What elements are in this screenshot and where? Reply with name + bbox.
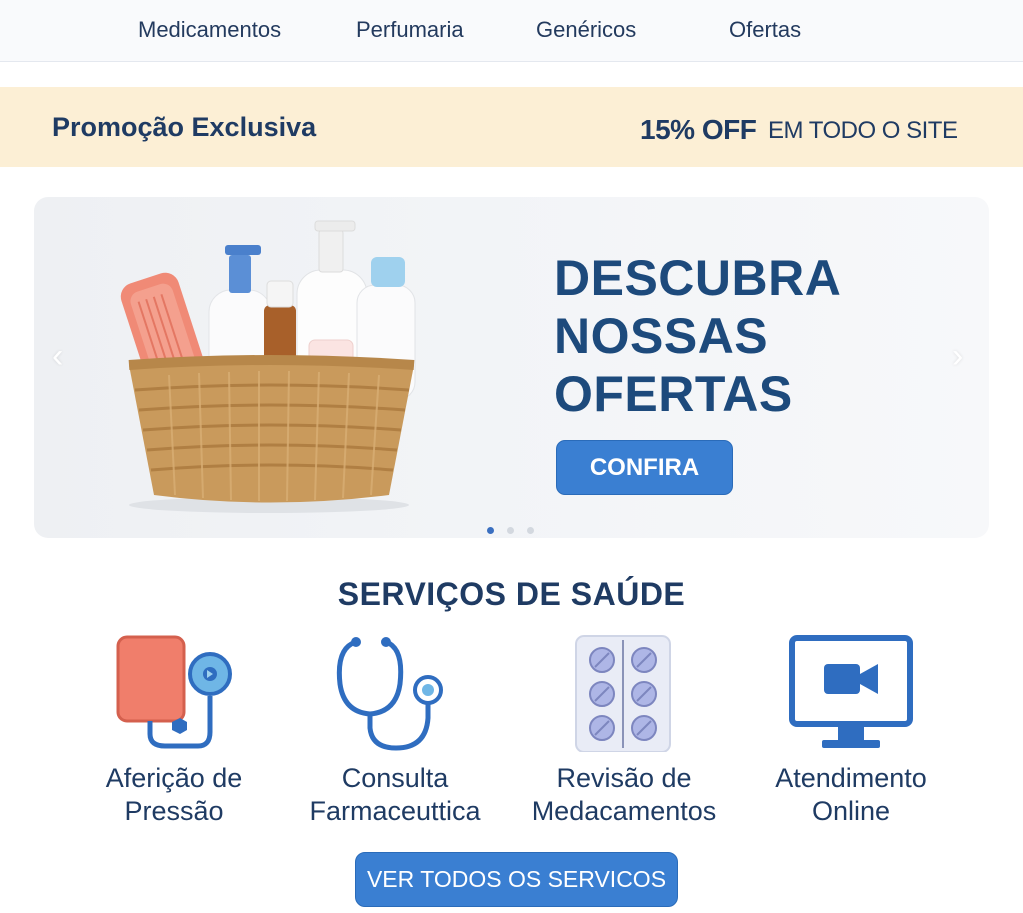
nav-item-ofertas[interactable]: Ofertas [729, 17, 801, 43]
nav-item-genericos[interactable]: Genéricos [536, 17, 636, 43]
top-navigation: Medicamentos Perfumaria Genéricos Oferta… [0, 0, 1023, 62]
nav-item-medicamentos[interactable]: Medicamentos [138, 17, 281, 43]
blood-pressure-monitor-icon[interactable] [110, 634, 240, 752]
hero-carousel: ‹ › DESCUBRA NOSSAS OFERTAS CONFIRA [34, 197, 989, 538]
basket-of-toiletries-image [120, 220, 416, 513]
service-label-afericao[interactable]: Aferição de Pressão [64, 762, 284, 828]
confira-button[interactable]: CONFIRA [556, 440, 733, 495]
promo-banner: Promoção Exclusiva 15% OFF EM TODO O SIT… [0, 87, 1023, 167]
hero-title: DESCUBRA NOSSAS OFERTAS [554, 249, 974, 423]
promo-title: Promoção Exclusiva [52, 112, 317, 142]
promo-scope: EM TODO O SITE [768, 117, 958, 144]
carousel-dot-2[interactable] [507, 527, 514, 534]
carousel-dot-3[interactable] [527, 527, 534, 534]
service-label-line: Aferição de [105, 763, 243, 793]
service-label-line: Farmaceuttica [309, 796, 481, 826]
service-label-atendimento[interactable]: Atendimento Online [741, 762, 961, 828]
service-label-line: Medacamentos [531, 796, 717, 826]
service-label-line: Pressão [124, 796, 224, 826]
carousel-prev-arrow-icon[interactable]: ‹ [52, 337, 63, 376]
promo-discount: 15% OFF [640, 114, 757, 145]
view-all-services-button[interactable]: VER TODOS OS SERVICOS [355, 852, 678, 907]
pill-blister-icon[interactable] [560, 634, 690, 752]
service-label-consulta[interactable]: Consulta Farmaceuttica [285, 762, 505, 828]
carousel-dot-1[interactable] [487, 527, 494, 534]
service-label-line: Atendimento [775, 763, 927, 793]
service-label-line: Revisão de [556, 763, 692, 793]
stethoscope-icon[interactable] [330, 634, 460, 752]
service-label-revisao[interactable]: Revisão de Medacamentos [514, 762, 734, 828]
service-label-line: Online [811, 796, 891, 826]
video-monitor-icon[interactable] [786, 634, 916, 752]
hero-title-line: NOSSAS [554, 308, 769, 364]
service-label-line: Consulta [341, 763, 449, 793]
hero-title-line: OFERTAS [554, 366, 793, 422]
services-title: SERVIÇOS DE SAÚDE [337, 576, 686, 612]
nav-item-perfumaria[interactable]: Perfumaria [356, 17, 464, 43]
carousel-pagination [487, 521, 547, 538]
hero-title-line: DESCUBRA [554, 250, 842, 306]
